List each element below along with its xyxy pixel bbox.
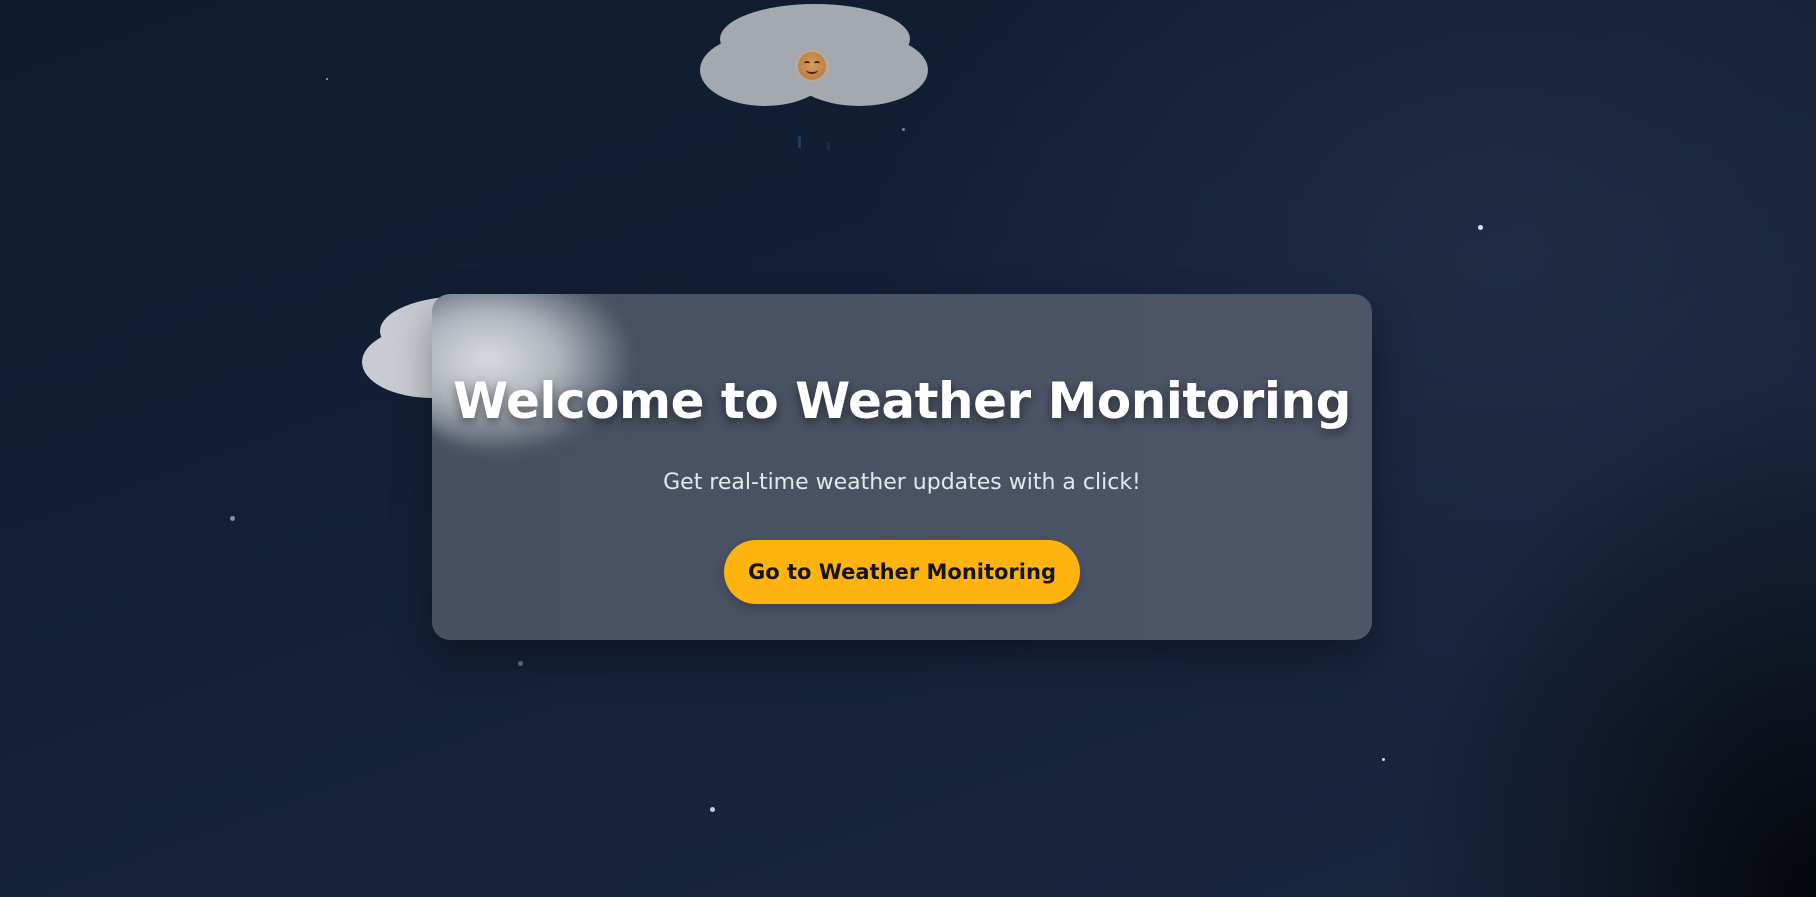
raindrop-icon [798, 136, 801, 148]
star-icon [1382, 758, 1385, 761]
smiling-face-icon [798, 52, 826, 80]
star-icon [710, 807, 715, 812]
page-subtitle: Get real-time weather updates with a cli… [663, 470, 1141, 495]
star-icon [902, 128, 905, 131]
cloud-icon [700, 4, 928, 106]
star-icon [326, 78, 328, 80]
welcome-card: Welcome to Weather Monitoring Get real-t… [432, 294, 1372, 640]
star-icon [230, 516, 235, 521]
go-to-weather-monitoring-button[interactable]: Go to Weather Monitoring [724, 540, 1080, 604]
raindrop-icon [827, 142, 830, 151]
star-icon [1478, 225, 1483, 230]
page-title: Welcome to Weather Monitoring [453, 372, 1351, 430]
star-icon [518, 661, 523, 666]
